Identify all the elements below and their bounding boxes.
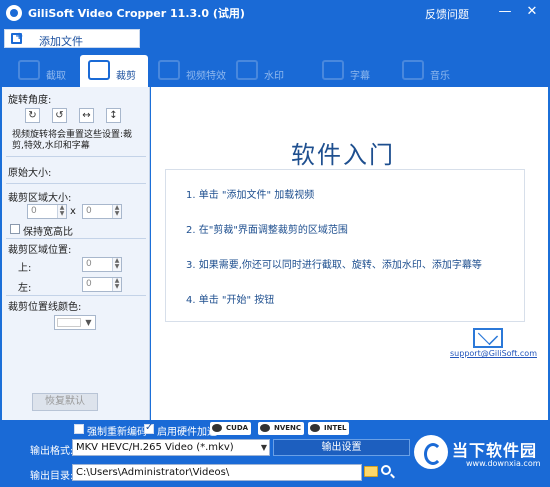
output-format-label: 输出格式: [30, 446, 74, 457]
divider [6, 295, 146, 296]
flip-horizontal-button[interactable]: ↔ [79, 108, 94, 123]
folder-icon[interactable] [364, 466, 378, 477]
watermark-icon [236, 60, 258, 80]
music-icon [402, 60, 424, 80]
rotate-counterclockwise-button[interactable]: ↺ [52, 108, 67, 123]
tab-label: 裁剪 [116, 71, 136, 82]
cuda-badge: CUDA [210, 422, 252, 435]
tab-label: 截取 [46, 71, 66, 82]
crop-top-value: 0 [86, 259, 92, 269]
output-settings-button[interactable]: 输出设置 [273, 439, 410, 456]
color-swatch [57, 318, 81, 327]
tab-crop[interactable]: 裁剪 [80, 55, 148, 87]
intel-badge: INTEL [308, 422, 350, 435]
reset-defaults-button[interactable]: 恢复默认 [32, 393, 98, 411]
line-color-label: 裁剪位置线颜色: [8, 302, 82, 313]
nvenc-badge: NVENC [258, 422, 305, 435]
chevron-down-icon: ▼ [85, 318, 92, 327]
output-dir-label: 输出目录: [30, 471, 74, 482]
add-file-icon [11, 31, 23, 44]
rotate-clockwise-icon: ↻ [28, 110, 37, 121]
step-item: 4. 单击 "开始" 按钮 [186, 295, 275, 306]
tab-label: 音乐 [430, 71, 450, 82]
force-reencode-label: 强制重新编码 [87, 427, 147, 438]
crop-height-spinner[interactable]: 0 ▲ ▼ [82, 204, 122, 219]
spinner-arrows-icon[interactable]: ▲ ▼ [57, 205, 66, 218]
minimize-icon[interactable]: — [495, 3, 515, 21]
main-content: 软件入门 1. 单击 "添加文件" 加载视频 2. 在"剪裁"界面调整裁剪的区域… [151, 87, 548, 420]
step-item: 2. 在"剪裁"界面调整裁剪的区域范围 [186, 225, 348, 236]
original-size-label: 原始大小: [8, 168, 52, 179]
add-file-label: 添加文件 [39, 35, 83, 48]
crop-left-spinner[interactable]: 0 ▲ ▼ [82, 277, 122, 292]
feedback-link[interactable]: 反馈问题 [425, 6, 469, 22]
search-icon[interactable] [381, 465, 391, 475]
watermark-logo-icon [414, 435, 448, 469]
mail-icon[interactable] [473, 328, 503, 348]
crop-position-label: 裁剪区域位置: [8, 245, 72, 256]
rotate-note-line2: 剪,特效,水印和字幕 [12, 141, 90, 151]
rotate-counterclockwise-icon: ↺ [55, 110, 64, 121]
divider [6, 156, 146, 157]
support-email-link[interactable]: support@GiliSoft.com [450, 349, 537, 358]
add-file-button[interactable]: 添加文件 [4, 29, 140, 48]
flip-vertical-button[interactable]: ↕ [106, 108, 121, 123]
tab-bar: 截取 裁剪 视频特效 水印 字幕 音乐 [0, 51, 550, 87]
spinner-arrows-icon[interactable]: ▲ ▼ [112, 258, 121, 271]
force-reencode-checkbox[interactable] [74, 424, 84, 434]
close-icon[interactable]: ✕ [522, 3, 542, 21]
tab-watermark[interactable]: 水印 [228, 55, 298, 87]
toolbar: 添加文件 [0, 26, 550, 51]
keep-ratio-checkbox[interactable] [10, 224, 20, 234]
effects-icon [158, 60, 180, 80]
spinner-arrows-icon[interactable]: ▲ ▼ [112, 205, 121, 218]
scissors-icon [18, 60, 40, 80]
output-format-value: MKV HEVC/H.265 Video (*.mkv) [76, 442, 234, 453]
flip-horizontal-icon: ↔ [82, 110, 91, 121]
site-watermark: 当下软件园 www.downxia.com [414, 433, 548, 475]
watermark-brand: 当下软件园 [452, 441, 538, 460]
output-dir-input[interactable]: C:\Users\Administrator\Videos\ [72, 464, 362, 481]
divider [6, 238, 146, 239]
tab-label: 水印 [264, 71, 284, 82]
hw-accel-label: 启用硬件加速 [157, 427, 217, 438]
subtitle-icon [322, 60, 344, 80]
tab-label: 视频特效 [186, 71, 226, 82]
tab-subtitle[interactable]: 字幕 [314, 55, 384, 87]
divider [6, 183, 146, 184]
rotate-angle-label: 旋转角度: [8, 95, 52, 106]
chevron-down-icon: ▼ [260, 443, 267, 452]
tab-trim[interactable]: 截取 [10, 55, 78, 87]
crop-icon [88, 60, 110, 80]
crop-width-value: 0 [31, 206, 37, 216]
tab-effects[interactable]: 视频特效 [150, 55, 230, 87]
hw-accel-checkbox[interactable] [144, 422, 154, 434]
output-format-select[interactable]: MKV HEVC/H.265 Video (*.mkv) ▼ [72, 439, 270, 456]
spinner-arrows-icon[interactable]: ▲ ▼ [112, 278, 121, 291]
left-label: 左: [18, 283, 32, 294]
times-sign: x [70, 206, 76, 217]
app-logo-icon [6, 5, 22, 21]
rotate-clockwise-button[interactable]: ↻ [25, 108, 40, 123]
step-item: 3. 如果需要,你还可以同时进行截取、旋转、添加水印、添加字幕等 [186, 260, 482, 271]
tab-label: 字幕 [350, 71, 370, 82]
window-title: GiliSoft Video Cropper 11.3.0 (试用) [28, 7, 245, 20]
title-bar: GiliSoft Video Cropper 11.3.0 (试用) 反馈问题 … [0, 0, 550, 26]
step-item: 1. 单击 "添加文件" 加载视频 [186, 190, 315, 201]
getting-started-heading: 软件入门 [291, 141, 395, 169]
steps-box: 1. 单击 "添加文件" 加载视频 2. 在"剪裁"界面调整裁剪的区域范围 3.… [165, 169, 525, 322]
crop-width-spinner[interactable]: 0 ▲ ▼ [27, 204, 67, 219]
crop-top-spinner[interactable]: 0 ▲ ▼ [82, 257, 122, 272]
keep-ratio-label: 保持宽高比 [23, 227, 73, 238]
output-dir-value: C:\Users\Administrator\Videos\ [76, 467, 230, 478]
top-label: 上: [18, 263, 32, 274]
crop-size-label: 裁剪区域大小: [8, 193, 72, 204]
watermark-url: www.downxia.com [466, 459, 541, 468]
crop-left-value: 0 [86, 279, 92, 289]
crop-height-value: 0 [86, 206, 92, 216]
line-color-picker[interactable]: ▼ [54, 315, 96, 330]
tab-music[interactable]: 音乐 [394, 55, 464, 87]
flip-vertical-icon: ↕ [109, 110, 118, 121]
crop-settings-panel: 旋转角度: ↻ ↺ ↔ ↕ 视频旋转将会重置这些设置:裁 剪,特效,水印和字幕 … [2, 87, 150, 420]
